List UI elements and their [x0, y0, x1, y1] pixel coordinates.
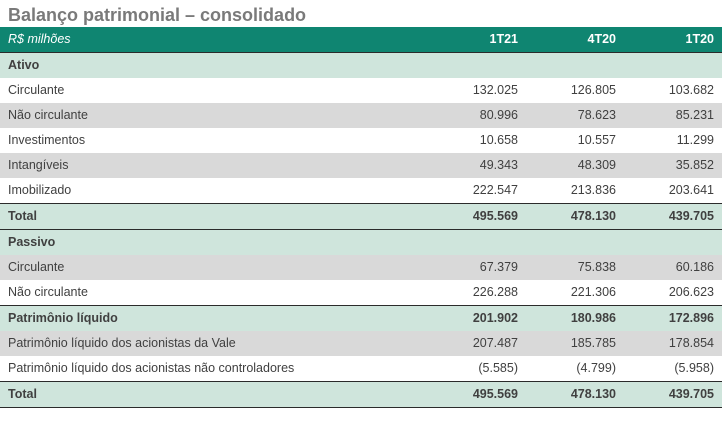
cell-1t20: 35.852 — [624, 153, 722, 178]
cell-4t20: 10.557 — [526, 128, 624, 153]
cell-4t20: 221.306 — [526, 280, 624, 306]
header-col-1t20: 1T20 — [624, 27, 722, 53]
cell-4t20: 213.836 — [526, 178, 624, 204]
row-label: Total — [0, 203, 428, 230]
balance-table: R$ milhões 1T21 4T20 1T20 Ativo Circulan… — [0, 27, 722, 408]
cell-4t20: 185.785 — [526, 331, 624, 356]
cell-4t20: 78.623 — [526, 103, 624, 128]
row-label: Ativo — [0, 52, 428, 78]
row-label: Não circulante — [0, 103, 428, 128]
cell-4t20: 180.986 — [526, 305, 624, 331]
table-row: Circulante 132.025 126.805 103.682 — [0, 78, 722, 103]
cell-4t20: 75.838 — [526, 255, 624, 280]
row-label: Imobilizado — [0, 178, 428, 204]
cell-4t20: (4.799) — [526, 356, 624, 382]
row-label: Circulante — [0, 78, 428, 103]
table-row: Imobilizado 222.547 213.836 203.641 — [0, 178, 722, 204]
section-row-passivo: Passivo — [0, 229, 722, 255]
cell-1t21: 132.025 — [428, 78, 526, 103]
table-row: Não circulante 80.996 78.623 85.231 — [0, 103, 722, 128]
cell-1t21: 67.379 — [428, 255, 526, 280]
balance-sheet: Balanço patrimonial – consolidado R$ mil… — [0, 0, 722, 408]
cell-1t21: 80.996 — [428, 103, 526, 128]
row-label: Patrimônio líquido — [0, 305, 428, 331]
cell-4t20: 478.130 — [526, 381, 624, 408]
header-units: R$ milhões — [0, 27, 428, 53]
cell-1t21: 495.569 — [428, 203, 526, 230]
total-row-ativo: Total 495.569 478.130 439.705 — [0, 203, 722, 230]
cell-4t20 — [526, 229, 624, 255]
cell-1t21 — [428, 52, 526, 78]
table-row: Patrimônio líquido dos acionistas não co… — [0, 356, 722, 382]
cell-1t21: 10.658 — [428, 128, 526, 153]
page-title: Balanço patrimonial – consolidado — [8, 5, 307, 25]
cell-1t21: 226.288 — [428, 280, 526, 306]
row-label: Total — [0, 381, 428, 408]
section-row-ativo: Ativo — [0, 52, 722, 78]
cell-1t21: (5.585) — [428, 356, 526, 382]
table-row: Patrimônio líquido dos acionistas da Val… — [0, 331, 722, 356]
cell-1t20: 203.641 — [624, 178, 722, 204]
total-row-passivo: Total 495.569 478.130 439.705 — [0, 381, 722, 408]
row-label: Passivo — [0, 229, 428, 255]
cell-1t20: 439.705 — [624, 381, 722, 408]
row-label: Patrimônio líquido dos acionistas não co… — [0, 356, 428, 382]
cell-1t21: 49.343 — [428, 153, 526, 178]
header-col-4t20: 4T20 — [526, 27, 624, 53]
row-label: Não circulante — [0, 280, 428, 306]
cell-1t21: 222.547 — [428, 178, 526, 204]
cell-4t20: 126.805 — [526, 78, 624, 103]
table-header: R$ milhões 1T21 4T20 1T20 — [0, 27, 722, 53]
cell-4t20 — [526, 52, 624, 78]
cell-1t20: 439.705 — [624, 203, 722, 230]
cell-4t20: 48.309 — [526, 153, 624, 178]
cell-1t20: 60.186 — [624, 255, 722, 280]
cell-1t20: (5.958) — [624, 356, 722, 382]
row-label: Circulante — [0, 255, 428, 280]
cell-1t20 — [624, 229, 722, 255]
cell-1t21: 495.569 — [428, 381, 526, 408]
row-label: Patrimônio líquido dos acionistas da Val… — [0, 331, 428, 356]
cell-4t20: 478.130 — [526, 203, 624, 230]
equity-row: Patrimônio líquido 201.902 180.986 172.8… — [0, 305, 722, 331]
cell-1t20: 85.231 — [624, 103, 722, 128]
cell-1t20: 178.854 — [624, 331, 722, 356]
header-col-1t21: 1T21 — [428, 27, 526, 53]
cell-1t20: 172.896 — [624, 305, 722, 331]
cell-1t20: 11.299 — [624, 128, 722, 153]
table-row: Investimentos 10.658 10.557 11.299 — [0, 128, 722, 153]
row-label: Investimentos — [0, 128, 428, 153]
row-label: Intangíveis — [0, 153, 428, 178]
cell-1t21: 201.902 — [428, 305, 526, 331]
cell-1t20: 103.682 — [624, 78, 722, 103]
table-row: Circulante 67.379 75.838 60.186 — [0, 255, 722, 280]
table-row: Intangíveis 49.343 48.309 35.852 — [0, 153, 722, 178]
cell-1t20: 206.623 — [624, 280, 722, 306]
cell-1t20 — [624, 52, 722, 78]
table-row: Não circulante 226.288 221.306 206.623 — [0, 280, 722, 306]
cell-1t21: 207.487 — [428, 331, 526, 356]
cell-1t21 — [428, 229, 526, 255]
